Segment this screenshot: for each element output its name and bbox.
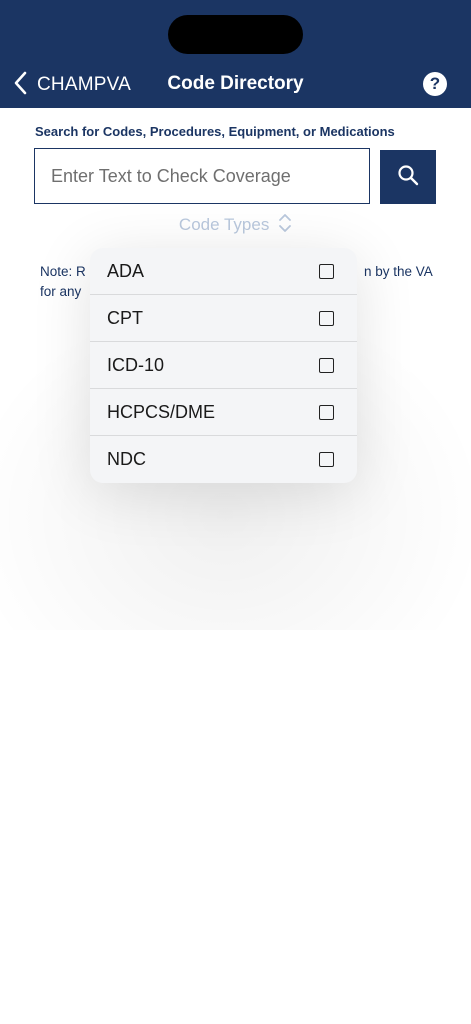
search-icon [397,164,419,191]
menu-item-icd-10[interactable]: ICD-10 [90,342,357,389]
app-header: CHAMPVA Code Directory ? [0,0,471,108]
code-types-menu: ADA CPT ICD-10 HCPCS/DME NDC [90,248,357,483]
checkbox-icon[interactable] [319,358,334,373]
note-line1-left: Note: R [40,264,86,279]
search-button[interactable] [380,150,436,204]
note-line2-left: for any [40,284,82,299]
menu-item-ndc[interactable]: NDC [90,436,357,482]
help-button[interactable]: ? [423,72,447,96]
menu-item-label: ICD-10 [107,354,165,375]
page-title: Code Directory [167,73,304,94]
menu-item-ada[interactable]: ADA [90,248,357,295]
menu-item-label: NDC [107,448,146,469]
checkbox-icon[interactable] [319,311,334,326]
menu-item-cpt[interactable]: CPT [90,295,357,342]
checkbox-icon[interactable] [319,405,334,420]
menu-item-hcpcs-dme[interactable]: HCPCS/DME [90,389,357,436]
dynamic-island [168,15,303,54]
checkbox-icon[interactable] [319,264,334,279]
search-input[interactable] [35,149,369,203]
code-types-label: Code Types [178,214,270,234]
search-field[interactable] [34,148,370,204]
chevron-up-down-icon [278,213,292,238]
menu-item-label: ADA [107,260,145,281]
search-heading: Search for Codes, Procedures, Equipment,… [35,124,395,139]
menu-item-label: CPT [107,307,143,328]
menu-item-label: HCPCS/DME [107,401,216,422]
note-line1-right: n by the VA [364,264,433,279]
checkbox-icon[interactable] [319,452,334,467]
code-types-picker[interactable]: Code Types [0,213,471,238]
